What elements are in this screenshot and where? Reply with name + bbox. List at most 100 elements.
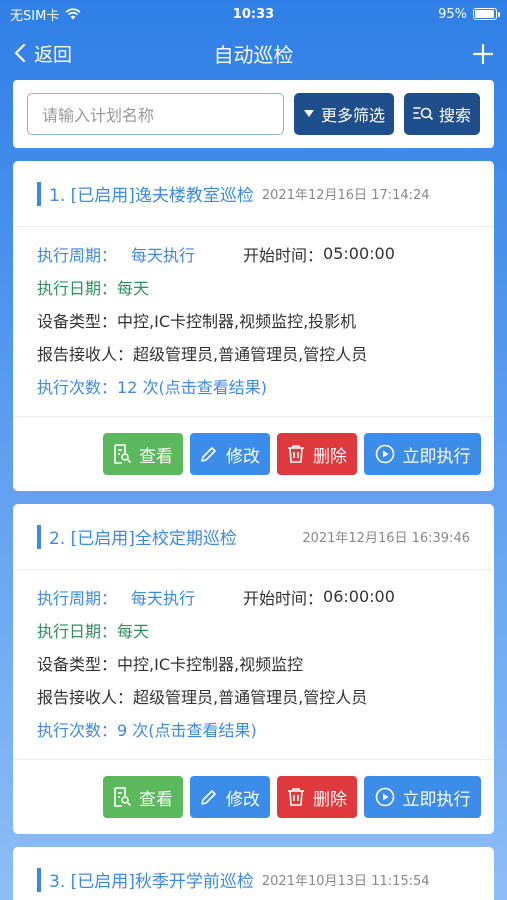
search-list-icon xyxy=(413,107,433,120)
search-button[interactable]: 搜索 xyxy=(403,93,480,135)
edit-label: 修改 xyxy=(226,789,260,810)
date-row: 执行日期： 每天 xyxy=(37,613,470,646)
plan-card: 1. [已启用]逸夫楼教室巡检 2021年12月16日 17:14:24 执行周… xyxy=(13,161,494,491)
run-now-button[interactable]: 立即执行 xyxy=(364,433,481,475)
start-time-value: 05:00:00 xyxy=(323,244,395,263)
edit-label: 修改 xyxy=(226,446,260,467)
edit-button[interactable]: 修改 xyxy=(190,433,270,475)
title-accent-bar xyxy=(37,867,41,892)
battery-fill xyxy=(475,10,494,18)
title-accent-bar xyxy=(37,181,41,206)
plan-card: 3. [已启用]秋季开学前巡检 2021年10月13日 11:15:54 xyxy=(13,847,494,900)
delete-button[interactable]: 删除 xyxy=(277,776,357,818)
document-search-icon xyxy=(114,444,131,464)
plan-card-header[interactable]: 3. [已启用]秋季开学前巡检 2021年10月13日 11:15:54 xyxy=(13,847,494,900)
add-button[interactable] xyxy=(472,37,494,69)
delete-label: 删除 xyxy=(313,789,347,810)
device-type-row: 设备类型： 中控,IC卡控制器,视频监控 xyxy=(37,646,470,679)
pencil-icon xyxy=(201,447,216,462)
back-button[interactable]: 返回 xyxy=(14,40,72,67)
nav-bar: 返回 自动巡检 xyxy=(0,28,507,78)
plan-card-header[interactable]: 1. [已启用]逸夫楼教室巡检 2021年12月16日 17:14:24 xyxy=(13,161,494,227)
back-label: 返回 xyxy=(34,43,73,66)
plan-card-body: 执行周期： 每天执行 开始时间： 06:00:00 执行日期： 每天 设备类型：… xyxy=(13,570,494,760)
plus-icon xyxy=(472,43,494,65)
battery-percent: 95% xyxy=(438,6,467,22)
plan-card: 2. [已启用]全校定期巡检 2021年12月16日 16:39:46 执行周期… xyxy=(13,504,494,834)
status-bar: 无SIM卡 10:33 95% xyxy=(0,0,507,28)
device-type-label: 设备类型： xyxy=(37,654,118,674)
search-panel: 请输入计划名称 更多筛选 搜索 xyxy=(13,80,494,148)
cycle-label: 执行周期： xyxy=(37,588,118,608)
play-circle-icon xyxy=(375,787,394,807)
count-label: 执行次数： xyxy=(37,377,118,397)
count-row[interactable]: 执行次数： 9 次(点击查看结果) xyxy=(37,712,470,745)
device-type-value: 中控,IC卡控制器,视频监控 xyxy=(117,654,304,674)
edit-button[interactable]: 修改 xyxy=(190,776,270,818)
search-input[interactable]: 请输入计划名称 xyxy=(27,93,284,135)
date-label: 执行日期： xyxy=(37,278,118,298)
wifi-icon xyxy=(65,8,81,20)
plan-card-header[interactable]: 2. [已启用]全校定期巡检 2021年12月16日 16:39:46 xyxy=(13,504,494,570)
plan-card-body: 执行周期： 每天执行 开始时间： 05:00:00 执行日期： 每天 设备类型：… xyxy=(13,227,494,417)
run-now-button[interactable]: 立即执行 xyxy=(364,776,481,818)
cycle-value: 每天执行 xyxy=(131,588,196,608)
count-value-link[interactable]: 12 次(点击查看结果) xyxy=(117,374,267,398)
cycle-row: 执行周期： 每天执行 开始时间： 06:00:00 xyxy=(37,580,470,613)
more-filter-label: 更多筛选 xyxy=(320,106,385,125)
caret-down-icon xyxy=(303,110,314,117)
plan-title: 3. [已启用]秋季开学前巡检 xyxy=(49,872,254,892)
plan-created-time: 2021年12月16日 17:14:24 xyxy=(261,188,430,203)
count-value-link[interactable]: 9 次(点击查看结果) xyxy=(117,717,257,741)
date-row: 执行日期： 每天 xyxy=(37,270,470,303)
cycle-value: 每天执行 xyxy=(131,245,196,265)
plan-list: 1. [已启用]逸夫楼教室巡检 2021年12月16日 17:14:24 执行周… xyxy=(0,148,507,900)
date-label: 执行日期： xyxy=(37,621,118,641)
count-row[interactable]: 执行次数： 12 次(点击查看结果) xyxy=(37,369,470,402)
start-time-label: 开始时间： xyxy=(243,588,324,608)
plan-card-actions: 查看 修改 删除 立即执行 xyxy=(13,760,494,834)
device-type-label: 设备类型： xyxy=(37,311,118,331)
device-type-value: 中控,IC卡控制器,视频监控,投影机 xyxy=(117,311,357,331)
page-title: 自动巡检 xyxy=(213,42,294,67)
date-value: 每天 xyxy=(117,278,150,298)
view-button[interactable]: 查看 xyxy=(103,433,183,475)
plan-title: 1. [已启用]逸夫楼教室巡检 xyxy=(49,186,254,206)
trash-icon xyxy=(288,445,304,463)
plan-created-time: 2021年10月13日 11:15:54 xyxy=(261,874,430,889)
plan-created-time: 2021年12月16日 16:39:46 xyxy=(302,531,470,546)
search-placeholder: 请输入计划名称 xyxy=(42,106,155,125)
delete-label: 删除 xyxy=(313,446,347,467)
view-label: 查看 xyxy=(139,789,173,810)
receivers-row: 报告接收人： 超级管理员,普通管理员,管控人员 xyxy=(37,336,470,369)
receivers-label: 报告接收人： xyxy=(37,687,134,707)
receivers-value: 超级管理员,普通管理员,管控人员 xyxy=(133,687,368,707)
delete-button[interactable]: 删除 xyxy=(277,433,357,475)
receivers-value: 超级管理员,普通管理员,管控人员 xyxy=(133,344,368,364)
carrier-label: 无SIM卡 xyxy=(10,8,60,24)
cycle-label: 执行周期： xyxy=(37,245,118,265)
run-now-label: 立即执行 xyxy=(402,789,471,810)
title-accent-bar xyxy=(37,524,41,549)
count-label: 执行次数： xyxy=(37,720,118,740)
run-now-label: 立即执行 xyxy=(402,446,471,467)
document-search-icon xyxy=(114,787,131,807)
search-label: 搜索 xyxy=(438,106,471,125)
device-type-row: 设备类型： 中控,IC卡控制器,视频监控,投影机 xyxy=(37,303,470,336)
status-right: 95% xyxy=(438,6,500,22)
battery-icon xyxy=(473,8,500,20)
view-button[interactable]: 查看 xyxy=(103,776,183,818)
pencil-icon xyxy=(201,790,216,805)
play-circle-icon xyxy=(375,444,394,464)
status-left: 无SIM卡 xyxy=(10,5,81,24)
view-label: 查看 xyxy=(139,446,173,467)
cycle-row: 执行周期： 每天执行 开始时间： 05:00:00 xyxy=(37,237,470,270)
plan-card-actions: 查看 修改 删除 立即执行 xyxy=(13,417,494,491)
start-time-label: 开始时间： xyxy=(243,245,324,265)
receivers-row: 报告接收人： 超级管理员,普通管理员,管控人员 xyxy=(37,679,470,712)
more-filter-button[interactable]: 更多筛选 xyxy=(293,93,394,135)
trash-icon xyxy=(288,788,304,806)
receivers-label: 报告接收人： xyxy=(37,344,134,364)
date-value: 每天 xyxy=(117,621,150,641)
plan-title: 2. [已启用]全校定期巡检 xyxy=(49,529,237,549)
